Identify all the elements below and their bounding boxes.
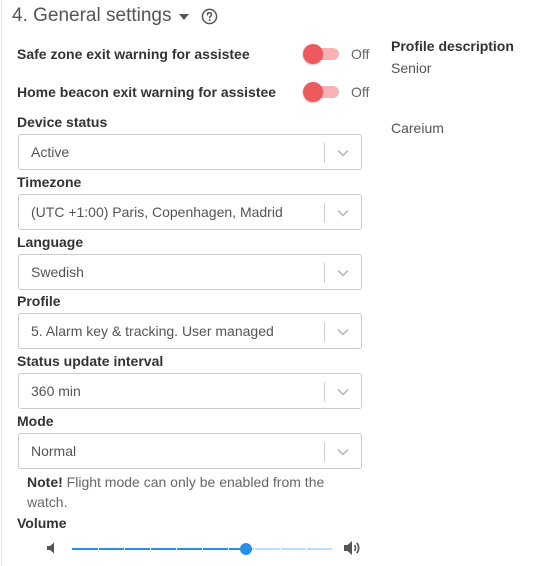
- volume-slider-tick: [124, 548, 125, 550]
- volume-low-icon[interactable]: [44, 540, 60, 556]
- device-status-select[interactable]: Active: [18, 134, 362, 170]
- home-beacon-toggle[interactable]: [303, 82, 341, 102]
- volume-high-icon[interactable]: [342, 538, 362, 558]
- volume-label: Volume: [17, 515, 67, 531]
- chevron-down-icon[interactable]: [336, 266, 350, 280]
- profile-description-line: Senior: [391, 60, 432, 76]
- status-interval-value: 360 min: [31, 383, 81, 399]
- device-status-value: Active: [31, 144, 70, 160]
- caret-down-icon[interactable]: [179, 14, 190, 20]
- select-separator: [324, 442, 325, 462]
- home-beacon-toggle-state: Off: [351, 84, 370, 100]
- profile-description-title: Profile description: [391, 38, 514, 54]
- profile-description-line: Careium: [391, 120, 444, 136]
- select-separator: [324, 322, 325, 342]
- select-separator: [324, 143, 325, 163]
- profile-select[interactable]: 5. Alarm key & tracking. User managed: [18, 313, 362, 349]
- help-circle-icon[interactable]: [201, 8, 218, 25]
- volume-slider-tick: [150, 548, 151, 550]
- volume-slider-thumb[interactable]: [240, 543, 253, 555]
- select-separator: [324, 203, 325, 223]
- timezone-select[interactable]: (UTC +1:00) Paris, Copenhagen, Madrid: [18, 194, 362, 230]
- note-text: Flight mode can only be enabled from the…: [27, 474, 325, 510]
- language-value: Swedish: [31, 264, 84, 280]
- home-beacon-toggle-label: Home beacon exit warning for assistee: [17, 84, 277, 100]
- language-select[interactable]: Swedish: [18, 254, 362, 290]
- volume-slider-tick: [306, 548, 307, 550]
- volume-slider-tick: [280, 548, 281, 550]
- safe-zone-toggle-thumb[interactable]: [303, 44, 323, 64]
- chevron-down-icon[interactable]: [336, 385, 350, 399]
- safe-zone-toggle-label: Safe zone exit warning for assistee: [17, 46, 250, 62]
- safe-zone-toggle[interactable]: [303, 44, 341, 64]
- flight-mode-note: Note! Flight mode can only be enabled fr…: [27, 472, 347, 512]
- safe-zone-toggle-row: Safe zone exit warning for assistee Off: [17, 42, 373, 66]
- select-separator: [324, 382, 325, 402]
- volume-slider[interactable]: [72, 543, 332, 555]
- panel-left-border: [1, 0, 2, 566]
- safe-zone-toggle-state: Off: [351, 46, 370, 62]
- chevron-down-icon[interactable]: [336, 146, 350, 160]
- chevron-down-icon[interactable]: [336, 206, 350, 220]
- chevron-down-icon[interactable]: [336, 445, 350, 459]
- profile-value: 5. Alarm key & tracking. User managed: [31, 323, 274, 339]
- volume-slider-tick: [254, 548, 255, 550]
- language-label: Language: [17, 234, 84, 250]
- mode-select[interactable]: Normal: [18, 433, 362, 469]
- home-beacon-toggle-row: Home beacon exit warning for assistee Of…: [17, 80, 373, 104]
- note-bold: Note!: [27, 474, 63, 490]
- volume-slider-tick: [228, 548, 229, 550]
- select-separator: [324, 263, 325, 283]
- volume-slider-tick: [202, 548, 203, 550]
- mode-label: Mode: [17, 413, 54, 429]
- status-interval-label: Status update interval: [17, 353, 164, 369]
- profile-label: Profile: [17, 293, 61, 309]
- volume-slider-tick: [176, 548, 177, 550]
- volume-slider-tick: [98, 548, 99, 550]
- timezone-value: (UTC +1:00) Paris, Copenhagen, Madrid: [31, 204, 283, 220]
- section-title: 4. General settings: [12, 5, 172, 26]
- home-beacon-toggle-thumb[interactable]: [303, 82, 323, 102]
- mode-value: Normal: [31, 443, 77, 459]
- status-interval-select[interactable]: 360 min: [18, 373, 362, 409]
- section-header[interactable]: 4. General settings: [12, 3, 218, 29]
- device-status-label: Device status: [17, 114, 108, 130]
- timezone-label: Timezone: [17, 174, 82, 190]
- chevron-down-icon[interactable]: [336, 325, 350, 339]
